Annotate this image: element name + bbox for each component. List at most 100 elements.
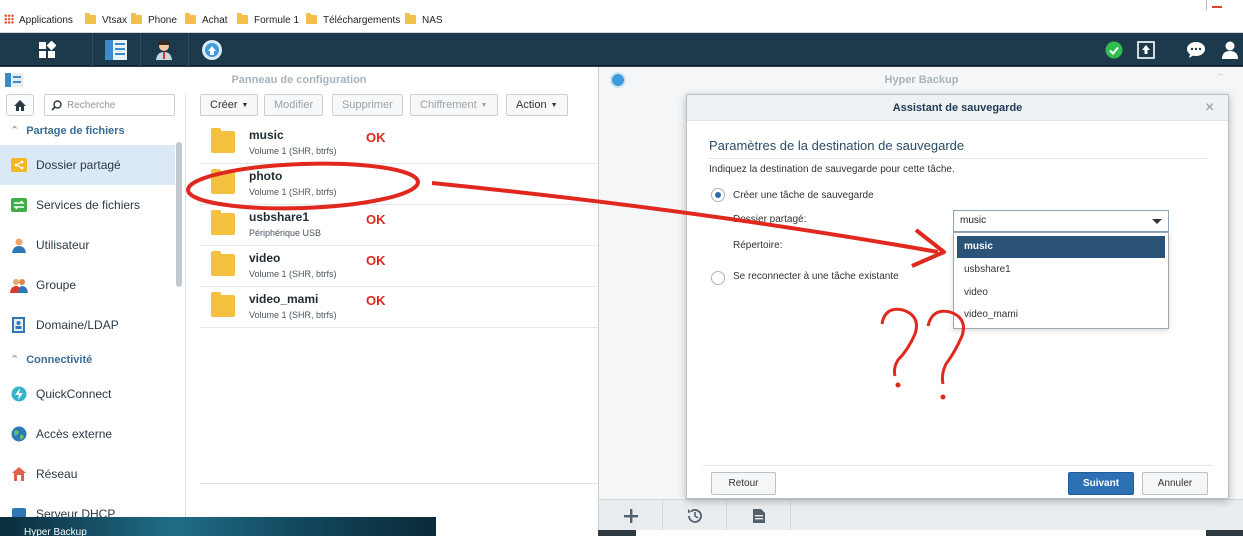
bookmark-item[interactable]: NAS [405, 13, 443, 28]
sidebar-item-shared-folder[interactable]: Dossier partagé [0, 145, 175, 185]
bookmark-applications[interactable]: Applications [4, 14, 73, 28]
log-icon [752, 508, 765, 523]
shared-folder-row[interactable]: music Volume 1 (SHR, btrfs) [200, 123, 598, 164]
share-name: video_mami [249, 292, 319, 306]
share-volume: Volume 1 (SHR, btrfs) [249, 187, 337, 197]
share-volume: Volume 1 (SHR, btrfs) [249, 310, 337, 320]
sidebar: Recherche ⌃ Partage de fichiers Dossier p… [0, 93, 186, 517]
package-center-icon [104, 39, 127, 60]
section-title: Paramètres de la destination de sauvegar… [709, 138, 965, 153]
divider [709, 158, 1207, 159]
delete-button[interactable]: Supprimer [332, 94, 403, 116]
bookmark-item[interactable]: Phone [131, 13, 177, 28]
sidebar-item-quickconnect[interactable]: QuickConnect [0, 374, 175, 414]
account-button[interactable] [1220, 40, 1240, 60]
add-task-button[interactable] [599, 500, 663, 531]
share-name: video [249, 251, 281, 265]
upload-icon [1137, 41, 1155, 59]
shared-folder-dropdown: music usbshare1 video video_mami [953, 232, 1169, 329]
pin-icon[interactable]: ‾ [1219, 74, 1222, 85]
main-menu-button[interactable] [24, 33, 70, 66]
window-title: Panneau de configuration [231, 74, 367, 86]
user-app-button[interactable] [140, 33, 186, 66]
shared-folder-row[interactable]: photo Volume 1 (SHR, btrfs) [200, 164, 598, 205]
window-close-hint [1212, 6, 1222, 8]
hyper-backup-icon [201, 39, 222, 60]
search-icon [51, 99, 62, 111]
sidebar-item-group[interactable]: Groupe [0, 265, 175, 305]
shared-folder-select[interactable]: music [953, 210, 1169, 232]
close-icon[interactable]: × [1205, 95, 1214, 121]
divider [1206, 0, 1207, 10]
sidebar-item-user[interactable]: Utilisateur [0, 225, 175, 265]
cancel-button[interactable]: Annuler [1142, 472, 1208, 495]
sidebar-item-dhcp-server[interactable]: Serveur DHCP [0, 494, 175, 517]
status-ok-button[interactable] [1104, 40, 1124, 60]
share-name: music [249, 128, 284, 142]
modify-button[interactable]: Modifier [264, 94, 324, 116]
sidebar-item-file-services[interactable]: Services de fichiers [0, 185, 175, 225]
chevron-up-icon: ⌃ [10, 125, 20, 137]
dropdown-option[interactable]: video [957, 282, 1165, 304]
desktop-window-fragment [636, 530, 1206, 536]
dropdown-option[interactable]: music [957, 236, 1165, 258]
dropdown-option[interactable]: usbshare1 [957, 259, 1165, 281]
shared-folder-label: Dossier partagé: [733, 214, 807, 225]
shared-folder-icon [211, 128, 235, 153]
apps-grid-icon [4, 14, 14, 24]
dropdown-option[interactable]: video_mami [957, 304, 1165, 326]
radio-create-task[interactable] [711, 188, 725, 202]
shared-folder-row[interactable]: usbshare1 Périphérique USB [200, 205, 598, 246]
encryption-button[interactable]: Chiffrement ▼ [410, 94, 498, 116]
share-volume: Volume 1 (SHR, btrfs) [249, 146, 337, 156]
desktop-window-fragment [436, 517, 598, 536]
sidebar-scrollbar[interactable] [176, 142, 182, 287]
directory-label: Répertoire: [733, 240, 783, 251]
folder-icon [237, 13, 248, 24]
radio-create-task-label: Créer une tâche de sauvegarde [733, 190, 874, 201]
action-button[interactable]: Action ▼ [506, 94, 568, 116]
bookmark-item[interactable]: Achat [185, 13, 228, 28]
radio-reconnect-task[interactable] [711, 271, 725, 285]
next-button[interactable]: Suivant [1068, 472, 1134, 495]
create-button[interactable]: Créer ▼ [200, 94, 259, 116]
user-icon [155, 40, 172, 60]
chat-button[interactable] [1186, 40, 1206, 60]
dsm-taskbar [0, 33, 1243, 66]
add-icon [623, 508, 638, 523]
restore-button[interactable] [663, 500, 727, 531]
bookmark-item[interactable]: Téléchargements [306, 13, 400, 28]
sidebar-item-network[interactable]: Réseau [0, 454, 175, 494]
hyper-backup-button[interactable] [188, 33, 234, 66]
sidebar-item-domain-ldap[interactable]: Domaine/LDAP [0, 305, 175, 345]
caret-down-icon: ▼ [480, 102, 488, 109]
search-placeholder: Recherche [67, 99, 116, 111]
shared-folder-row[interactable]: video_mami Volume 1 (SHR, btrfs) [200, 287, 598, 328]
ok-annotation: OK [366, 130, 386, 145]
package-center-button[interactable] [92, 33, 138, 66]
restore-icon [687, 508, 702, 523]
divider [703, 465, 1213, 466]
shared-folder-row[interactable]: video Volume 1 (SHR, btrfs) [200, 246, 598, 287]
description-text: Indiquez la destination de sauvegarde po… [709, 164, 955, 175]
folder-icon [85, 13, 96, 24]
folder-icon [306, 13, 317, 24]
home-button[interactable] [6, 94, 34, 116]
section-header-connectivity[interactable]: ⌃ Connectivité [10, 352, 92, 368]
sidebar-item-external-access[interactable]: Accès externe [0, 414, 175, 454]
shared-folder-icon [211, 292, 235, 317]
bookmark-item[interactable]: Vtsax [85, 13, 127, 28]
bookmark-item[interactable]: Formule 1 [237, 13, 299, 28]
back-button[interactable]: Retour [711, 472, 776, 495]
shared-folder-icon [10, 156, 28, 174]
dhcp-icon [10, 505, 28, 517]
section-header-file-sharing[interactable]: ⌃ Partage de fichiers [10, 123, 125, 139]
bookmarks-bar: Applications Vtsax Phone Achat Formule 1… [0, 0, 1243, 33]
search-input[interactable]: Recherche [44, 94, 175, 116]
upload-button[interactable] [1136, 40, 1156, 60]
log-button[interactable] [727, 500, 791, 531]
status-ok-icon [1105, 41, 1123, 59]
chat-icon [1187, 42, 1205, 58]
share-name: photo [249, 169, 283, 183]
caret-down-icon: ▼ [241, 102, 249, 109]
